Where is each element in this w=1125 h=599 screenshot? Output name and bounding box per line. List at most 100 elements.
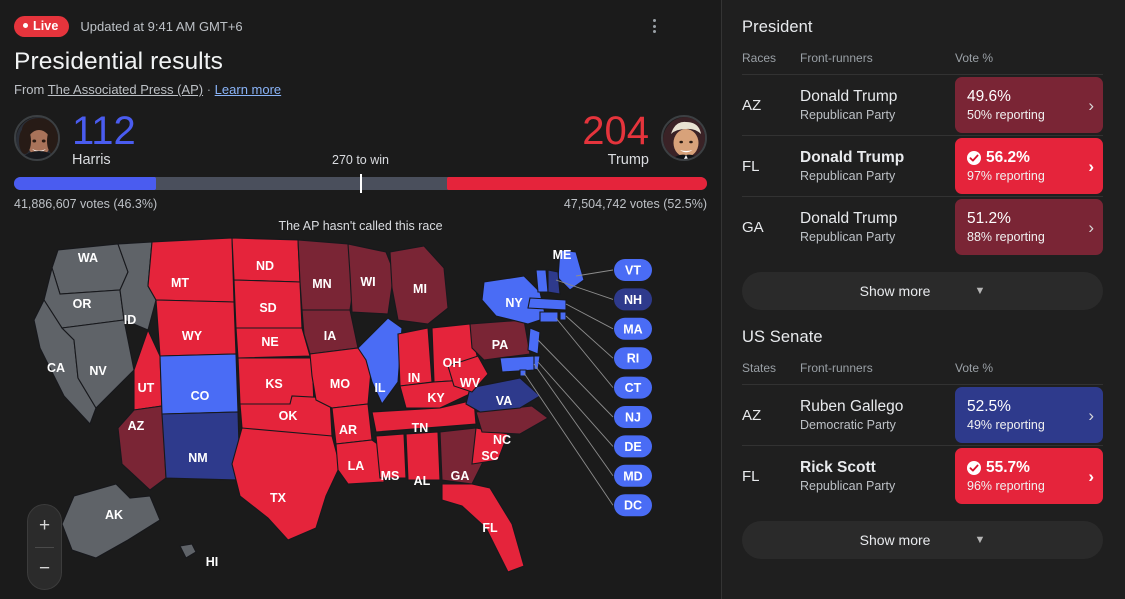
map-state-label-nv: NV <box>89 364 107 378</box>
map-state-ut[interactable] <box>133 328 163 411</box>
map-state-label-pa: PA <box>492 338 508 352</box>
kebab-menu-icon[interactable] <box>645 17 663 35</box>
map-state-label-il: IL <box>374 381 385 395</box>
page-title: Presidential results <box>14 48 223 75</box>
map-callout-label-dc: DC <box>624 499 642 513</box>
map-state-label-mt: MT <box>171 276 189 290</box>
map-state-md[interactable] <box>499 355 535 373</box>
map-callout-label-ct: CT <box>625 381 642 395</box>
chevron-right-icon[interactable]: › <box>1088 407 1094 424</box>
table-row[interactable]: AZ Donald Trump Republican Party 49.6% 50% r… <box>742 74 1103 135</box>
row-party: Republican Party <box>800 479 896 493</box>
row-reporting: 50% reporting <box>967 108 1045 122</box>
map-state-tx[interactable] <box>231 427 341 541</box>
header-senate-front-runners: Front-runners <box>800 361 873 375</box>
map-state-label-me: ME <box>553 248 572 262</box>
live-dot-icon <box>23 23 28 28</box>
row-vote-tile[interactable]: 49.6% 50% reporting › <box>955 77 1103 133</box>
row-reporting: 96% reporting <box>967 479 1045 493</box>
source-link-ap[interactable]: The Associated Press (AP) <box>48 82 203 97</box>
map-state-vt[interactable] <box>535 269 549 293</box>
map-state-label-mn: MN <box>312 277 331 291</box>
map-state-label-az: AZ <box>128 419 145 433</box>
map-state-hi[interactable] <box>179 543 197 559</box>
row-vote-tile[interactable]: 51.2% 88% reporting › <box>955 199 1103 255</box>
map-state-label-hi: HI <box>206 555 219 569</box>
chevron-right-icon[interactable]: › <box>1088 97 1094 114</box>
map-state-label-or: OR <box>73 297 92 311</box>
map-state-label-wa: WA <box>78 251 98 265</box>
header-front-runners: Front-runners <box>800 51 873 65</box>
map-state-label-wi: WI <box>360 275 375 289</box>
learn-more-link[interactable]: Learn more <box>215 82 281 97</box>
row-party: Republican Party <box>800 108 896 122</box>
map-state-al[interactable] <box>405 431 441 481</box>
row-vote-tile[interactable]: 55.7% 96% reporting › <box>955 448 1103 504</box>
table-row[interactable]: AZ Ruben Gallego Democratic Party 52.5% 49% … <box>742 384 1103 445</box>
map-state-mn[interactable] <box>297 239 357 311</box>
header-states: States <box>742 361 777 375</box>
last-updated-text: Updated at 9:41 AM GMT+6 <box>80 18 243 34</box>
row-vote-stack: 55.7% 96% reporting <box>967 458 1045 494</box>
senate-table-header: States Front-runners Vote % <box>742 361 1103 384</box>
row-vote-pct: 55.7% <box>967 458 1045 478</box>
map-callout-label-ri: RI <box>627 352 640 366</box>
trump-electoral-votes: 204 <box>582 109 649 153</box>
table-row[interactable]: FL Donald Trump Republican Party 56.2% 97% r… <box>742 135 1103 196</box>
zoom-in-button[interactable]: + <box>27 505 62 547</box>
map-state-co[interactable] <box>159 353 239 415</box>
races-sidebar: President Races Front-runners Vote % AZ D… <box>722 0 1125 599</box>
us-results-map[interactable]: VT NH MA RI CT NJ DE MD DC WA OR CA NV ID MT WY UT AZ CO N… <box>0 228 722 599</box>
row-vote-pct: 51.2% <box>967 210 1011 227</box>
row-reporting: 49% reporting <box>967 418 1045 432</box>
president-rows: AZ Donald Trump Republican Party 49.6% 50% r… <box>742 74 1103 257</box>
map-callout-leader-line <box>523 372 614 506</box>
table-row[interactable]: GA Donald Trump Republican Party 51.2% 88% r… <box>742 196 1103 257</box>
map-state-ma[interactable] <box>527 297 567 311</box>
map-svg: VT NH MA RI CT NJ DE MD DC WA OR CA NV ID MT WY UT AZ CO N… <box>33 237 652 573</box>
map-state-label-nm: NM <box>188 451 207 465</box>
map-state-label-fl: FL <box>482 521 498 535</box>
map-state-wy[interactable] <box>155 299 237 357</box>
map-callout-leader-line <box>555 279 614 300</box>
row-vote-pct: 52.5% <box>967 398 1011 415</box>
map-callout-leader-line <box>537 361 614 447</box>
map-state-label-ak: AK <box>105 508 123 522</box>
senate-show-more-button[interactable]: Show more ▼ <box>742 521 1103 559</box>
map-state-ri[interactable] <box>559 311 567 321</box>
map-state-nh[interactable] <box>547 269 561 295</box>
chevron-right-icon[interactable]: › <box>1088 158 1094 175</box>
map-state-label-ky: KY <box>427 391 445 405</box>
map-zoom-controls[interactable]: + − <box>27 504 62 590</box>
row-candidate-name: Donald Trump <box>800 149 905 166</box>
map-state-label-wv: WV <box>460 376 481 390</box>
map-state-ct[interactable] <box>539 311 559 323</box>
president-section-title: President <box>742 18 813 36</box>
map-state-nm[interactable] <box>161 411 241 481</box>
map-state-label-ia: IA <box>324 329 337 343</box>
table-row[interactable]: FL Rick Scott Republican Party 55.7% 96% rep… <box>742 445 1103 506</box>
chevron-right-icon[interactable]: › <box>1088 219 1094 236</box>
trump-popular-votes: 47,504,742 votes (52.5%) <box>563 197 707 211</box>
row-vote-tile[interactable]: 56.2% 97% reporting › <box>955 138 1103 194</box>
map-state-mt[interactable] <box>147 237 235 303</box>
row-vote-pct: 56.2% <box>967 148 1045 168</box>
row-state: AZ <box>742 406 762 424</box>
row-vote-tile[interactable]: 52.5% 49% reporting › <box>955 387 1103 443</box>
row-vote-stack: 49.6% 50% reporting <box>967 87 1045 123</box>
map-state-label-mi: MI <box>413 282 427 296</box>
trump-bar-fill <box>447 177 707 190</box>
map-state-nj[interactable] <box>527 327 541 355</box>
chevron-right-icon[interactable]: › <box>1088 468 1094 485</box>
kebab-dot-3 <box>652 30 656 33</box>
president-table-header: Races Front-runners Vote % <box>742 51 1103 74</box>
harris-bar-fill <box>14 177 157 190</box>
row-party: Republican Party <box>800 169 896 183</box>
zoom-out-button[interactable]: − <box>27 547 62 589</box>
map-state-label-al: AL <box>414 474 431 488</box>
row-candidate-name: Donald Trump <box>800 88 898 105</box>
map-state-label-ne: NE <box>261 335 278 349</box>
row-state: FL <box>742 157 760 175</box>
map-state-label-tx: TX <box>270 491 287 505</box>
president-show-more-button[interactable]: Show more ▼ <box>742 272 1103 310</box>
